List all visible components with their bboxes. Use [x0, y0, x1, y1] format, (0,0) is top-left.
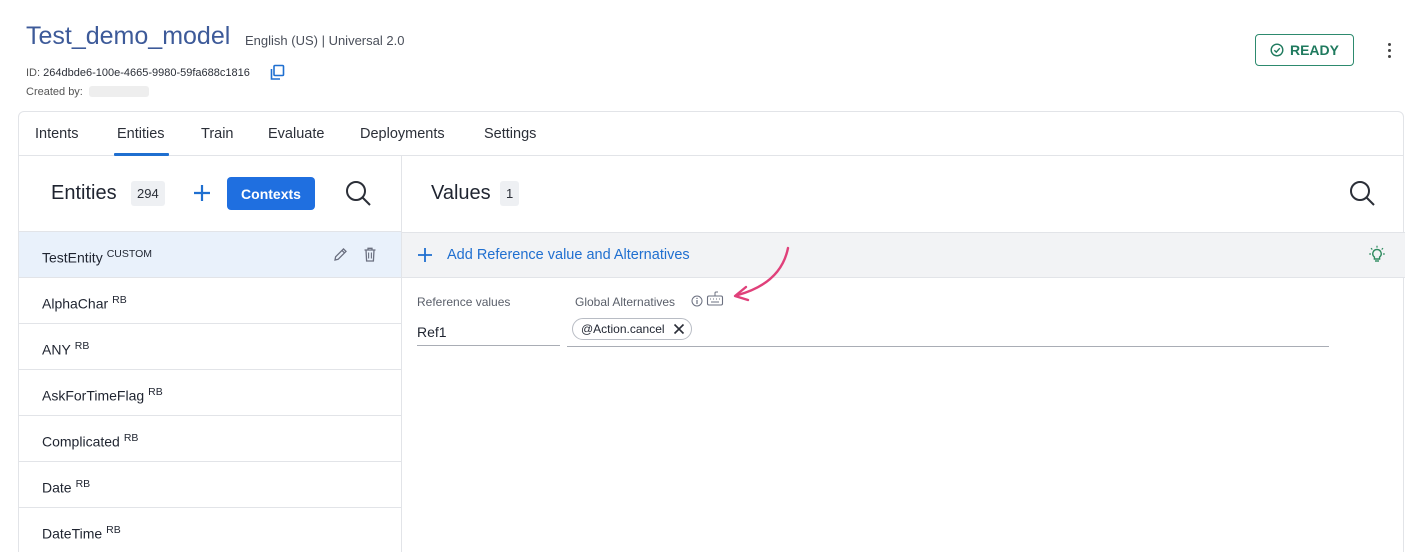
model-title: Test_demo_model — [26, 22, 231, 50]
tab-entities[interactable]: Entities — [117, 126, 165, 142]
lightbulb-icon[interactable] — [1367, 245, 1387, 265]
entity-list: TestEntity CUSTOM AlphaChar RB ANY RB AskFo… — [19, 232, 401, 552]
model-language-info: English (US) | Universal 2.0 — [245, 33, 405, 48]
remove-chip-icon[interactable] — [673, 323, 685, 335]
global-alternatives-field[interactable]: @Action.cancel — [567, 316, 1329, 347]
tab-bar: Intents Entities Train Evaluate Deployme… — [19, 112, 1403, 156]
reference-value-input[interactable] — [417, 318, 560, 346]
entities-header: Entities 294 Contexts — [19, 156, 401, 232]
model-id-label: ID: — [26, 67, 41, 79]
check-circle-icon — [1270, 43, 1284, 57]
entity-name: Complicated RB — [42, 432, 139, 450]
entity-name: Date RB — [42, 478, 91, 496]
annotation-arrow — [733, 246, 790, 302]
add-reference-value-row[interactable]: Add Reference value and Alternatives — [402, 232, 1405, 278]
entity-type-tag: RB — [74, 340, 90, 352]
entity-name: AskForTimeFlag RB — [42, 386, 163, 404]
edit-pencil-icon[interactable] — [332, 246, 348, 263]
info-icon[interactable] — [691, 295, 703, 307]
global-alternatives-label: Global Alternatives — [575, 295, 676, 309]
alternative-chip: @Action.cancel — [572, 318, 692, 340]
entity-name: TestEntity CUSTOM — [42, 248, 153, 266]
plus-icon — [418, 248, 432, 262]
entity-name: AlphaChar RB — [42, 294, 127, 312]
add-reference-value-link[interactable]: Add Reference value and Alternatives — [447, 247, 690, 263]
tab-evaluate[interactable]: Evaluate — [268, 126, 324, 142]
entity-item[interactable]: AlphaChar RB — [19, 278, 401, 324]
ready-label: READY — [1289, 42, 1339, 58]
more-options-icon[interactable] — [1380, 38, 1398, 62]
entity-name: DateTime RB — [42, 524, 121, 542]
keyboard-icon[interactable] — [706, 291, 724, 307]
entity-type-tag: RB — [123, 432, 139, 444]
reference-values-label: Reference values — [417, 295, 511, 309]
entity-item[interactable]: AskForTimeFlag RB — [19, 370, 401, 416]
contexts-button[interactable]: Contexts — [227, 177, 315, 210]
tab-train[interactable]: Train — [201, 126, 234, 142]
tab-settings[interactable]: Settings — [484, 126, 536, 142]
entity-name: ANY RB — [42, 340, 90, 358]
search-entities-icon[interactable] — [344, 179, 372, 207]
entity-type-tag: RB — [112, 294, 127, 306]
model-id-value: 264dbde6-100e-4665-9980-59fa688c1816 — [43, 67, 250, 79]
ready-status-button[interactable]: READY — [1255, 34, 1354, 66]
entity-item[interactable]: DateTime RB — [19, 508, 401, 552]
entity-item[interactable]: Date RB — [19, 462, 401, 508]
entity-type-tag: RB — [106, 524, 121, 536]
search-values-icon[interactable] — [1348, 179, 1376, 207]
tab-intents[interactable]: Intents — [35, 126, 79, 142]
model-card: Intents Entities Train Evaluate Deployme… — [18, 111, 1405, 552]
entities-title: Entities — [51, 182, 117, 204]
model-id: ID: 264dbde6-100e-4665-9980-59fa688c1816 — [26, 67, 250, 79]
alternative-chip-label: @Action.cancel — [581, 322, 665, 336]
values-panel: Values 1 Add Reference value and Alterna… — [402, 156, 1405, 552]
entities-count-badge: 294 — [131, 181, 165, 206]
tab-deployments[interactable]: Deployments — [360, 126, 445, 142]
values-title: Values — [431, 182, 491, 204]
entity-item[interactable]: ANY RB — [19, 324, 401, 370]
entity-type-tag: CUSTOM — [106, 248, 153, 260]
entities-panel: Entities 294 Contexts TestEntityCUSTOM — [19, 156, 402, 552]
values-count-badge: 1 — [500, 181, 520, 206]
entity-item[interactable]: TestEntity CUSTOM — [19, 232, 401, 278]
add-entity-icon[interactable] — [191, 180, 213, 206]
entity-item[interactable]: Complicated RB — [19, 416, 401, 462]
entity-type-tag: RB — [148, 386, 163, 398]
delete-trash-icon[interactable] — [362, 246, 378, 263]
created-by-label: Created by: — [26, 86, 83, 98]
created-by-value-redacted — [89, 86, 149, 97]
entity-type-tag: RB — [75, 478, 91, 490]
copy-icon[interactable] — [269, 64, 286, 81]
